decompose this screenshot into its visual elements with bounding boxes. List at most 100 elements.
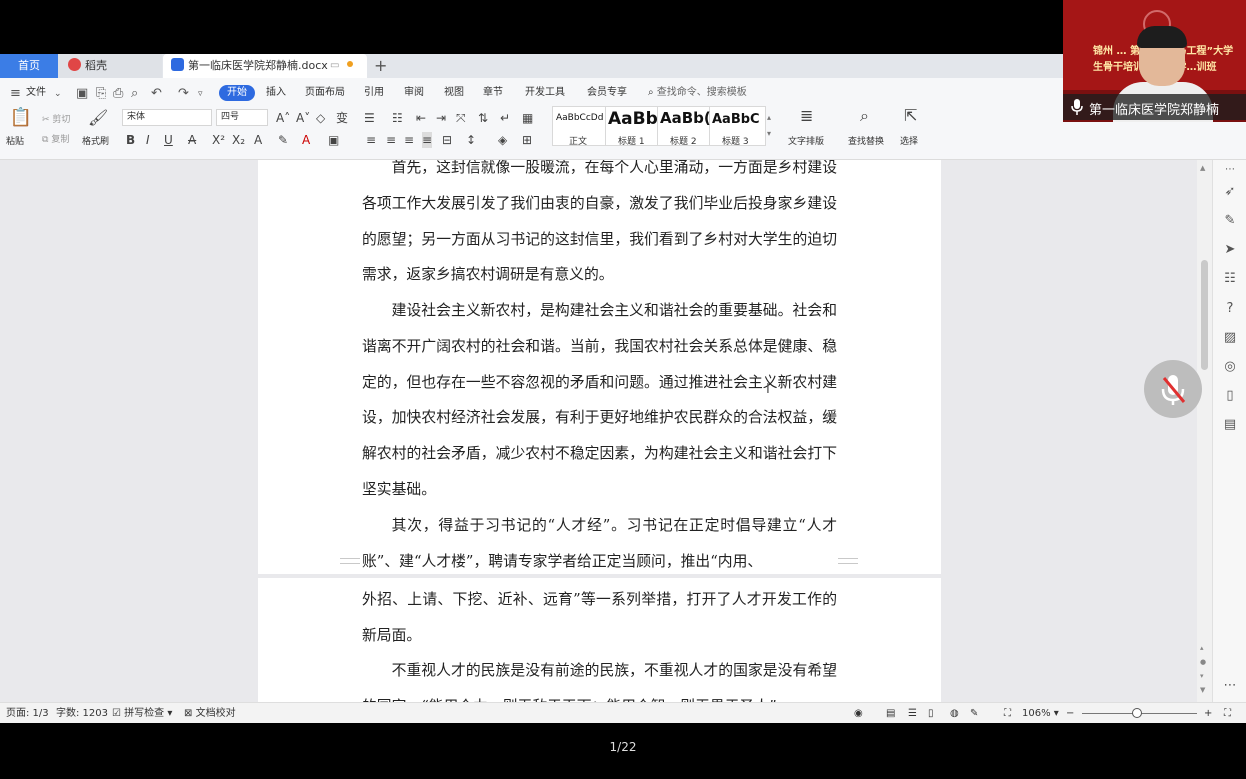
write-view-icon[interactable]: ✎ (970, 706, 978, 721)
styles-scroll-icon[interactable]: ▴ ▾ (767, 110, 771, 142)
chevron-down-icon[interactable]: ⌄ (54, 86, 62, 102)
menu-page-layout[interactable]: 页面布局 (305, 85, 345, 101)
font-color-icon[interactable]: A (302, 132, 310, 148)
phonetic-icon[interactable]: 变 (336, 110, 348, 126)
paragraph-2[interactable]: 建设社会主义新农村，是构建社会主义和谐社会的重要基础。社会和谐离不开广阔农村的社… (362, 293, 837, 508)
page-indicator[interactable]: 页面: 1/3 (6, 706, 49, 721)
hamburger-icon[interactable]: ≡ (10, 86, 21, 102)
style-heading-2[interactable]: AaBb( 标题 2 (658, 106, 710, 147)
scroll-next-page-icon[interactable]: ▾ (1200, 672, 1204, 680)
reading-view-icon[interactable]: ▯ (928, 706, 934, 721)
vertical-scrollbar[interactable]: ▲ ▴ ● ▾ ▼ (1197, 160, 1212, 702)
command-search[interactable]: ⌕ 查找命令、搜索模板 (648, 85, 747, 101)
bullet-list-icon[interactable]: ☰ (364, 110, 375, 126)
export-icon[interactable]: ⎘ (96, 86, 106, 102)
rail-adjust-icon[interactable]: ☷ (1222, 271, 1238, 287)
floating-microphone-button[interactable] (1144, 360, 1202, 418)
zoom-level[interactable]: 106% ▾ (1022, 706, 1059, 721)
paste-button[interactable]: 粘贴 (6, 134, 24, 150)
scroll-up-icon[interactable]: ▲ (1200, 164, 1205, 172)
save-icon[interactable]: ▣ (76, 86, 88, 102)
select-button[interactable]: 选择 (900, 134, 918, 150)
sort-icon[interactable]: ⇅ (478, 110, 488, 126)
strikethrough-icon[interactable]: A (188, 132, 196, 148)
format-painter-icon[interactable]: 🖌 (88, 110, 108, 126)
zoom-slider-knob[interactable] (1132, 708, 1142, 718)
text-layout-button[interactable]: 文字排版 (788, 134, 824, 150)
document-page-1[interactable]: 首先，这封信就像一股暖流，在每个人心里涌动，一方面是乡村建设各项工作大发展引发了… (258, 160, 941, 574)
text-effect-icon[interactable]: A (254, 132, 262, 148)
chinese-layout-icon[interactable]: ⤧ (456, 110, 466, 126)
menu-view[interactable]: 视图 (444, 85, 464, 101)
bold-icon[interactable]: B (126, 132, 135, 148)
word-count[interactable]: 字数: 1203 (56, 706, 108, 721)
paragraph-4[interactable]: 外招、上请、下挖、近补、远育”等一系列举措，打开了人才开发工作的新局面。 (362, 582, 837, 654)
clear-format-icon[interactable]: ◇ (316, 110, 325, 126)
menu-file[interactable]: 文件 (26, 85, 46, 101)
scroll-prev-page-icon[interactable]: ▴ (1200, 644, 1204, 652)
rail-edit-icon[interactable]: ✎ (1222, 213, 1238, 229)
tab-home[interactable]: 首页 (0, 54, 58, 78)
rail-location-icon[interactable]: ◎ (1222, 359, 1238, 375)
line-spacing-icon[interactable]: ↕ (466, 132, 476, 148)
scroll-down-icon[interactable]: ▼ (1200, 686, 1205, 694)
copy-button[interactable]: ⧉ 复制 (42, 132, 69, 148)
fit-page-icon[interactable]: ⛶ (1004, 706, 1011, 721)
menu-chapter[interactable]: 章节 (483, 85, 503, 101)
font-size-select[interactable]: 四号 (216, 109, 268, 126)
shading-icon[interactable]: ◈ (498, 132, 507, 148)
undo-icon[interactable]: ↶ (151, 86, 162, 102)
borders-icon[interactable]: ⊞ (522, 132, 532, 148)
scroll-thumb[interactable] (1201, 260, 1208, 370)
rail-rocket-icon[interactable]: ➶ (1222, 184, 1238, 200)
find-replace-button[interactable]: 查找替换 (848, 134, 884, 150)
style-heading-1[interactable]: AaBb 标题 1 (606, 106, 658, 147)
rail-book-icon[interactable]: ▯ (1222, 388, 1238, 404)
rail-table-icon[interactable]: ▤ (1222, 417, 1238, 433)
spell-check-button[interactable]: ☑ 拼写检查 ▾ (112, 706, 172, 721)
zoom-in-icon[interactable]: + (1204, 706, 1212, 721)
paragraph-5[interactable]: 不重视人才的民族是没有前途的民族，不重视人才的国家是没有希望的国家。“能用众力，… (362, 653, 837, 702)
increase-indent-icon[interactable]: ⇥ (436, 110, 446, 126)
eye-protection-icon[interactable]: ◉ (854, 706, 863, 721)
rail-more-icon[interactable]: ⋯ (1222, 162, 1238, 178)
document-page-2[interactable]: 外招、上请、下挖、近补、远育”等一系列举措，打开了人才开发工作的新局面。 不重视… (258, 578, 941, 702)
find-replace-icon[interactable]: ⌕ (860, 108, 869, 124)
select-cursor-icon[interactable]: ⇱ (904, 108, 917, 124)
paragraph-1[interactable]: 首先，这封信就像一股暖流，在每个人心里涌动，一方面是乡村建设各项工作大发展引发了… (362, 160, 837, 293)
paste-icon[interactable]: 📋 (8, 109, 34, 127)
outline-view-icon[interactable]: ☰ (908, 706, 917, 721)
numbered-list-icon[interactable]: ☷ (392, 110, 403, 126)
underline-icon[interactable]: U (164, 132, 173, 148)
zoom-out-icon[interactable]: − (1066, 706, 1074, 721)
distributed-icon[interactable]: ⊟ (442, 132, 452, 148)
increase-font-icon[interactable]: A˄ (276, 110, 290, 126)
highlight-icon[interactable]: ✎ (278, 132, 288, 148)
print-preview-icon[interactable]: ⌕ (131, 86, 138, 102)
font-name-select[interactable]: 宋体 (122, 109, 212, 126)
subscript-icon[interactable]: X₂ (232, 132, 245, 148)
align-center-icon[interactable]: ≡ (386, 132, 396, 148)
menu-references[interactable]: 引用 (364, 85, 384, 101)
fullscreen-icon[interactable]: ⛶ (1224, 706, 1231, 721)
page-view-icon[interactable]: ▤ (886, 706, 895, 721)
align-left-icon[interactable]: ≡ (366, 132, 376, 148)
scroll-select-browse-icon[interactable]: ● (1200, 658, 1206, 666)
decrease-indent-icon[interactable]: ⇤ (416, 110, 426, 126)
menu-review[interactable]: 审阅 (404, 85, 424, 101)
text-layout-icon[interactable]: ≣ (800, 108, 813, 124)
cut-button[interactable]: ✂ 剪切 (42, 112, 70, 128)
menu-member[interactable]: 会员专享 (587, 85, 627, 101)
print-icon[interactable]: ⎙ (113, 86, 123, 102)
tab-daoke[interactable]: 稻壳 (58, 54, 162, 78)
style-heading-3[interactable]: AaBbC 标题 3 (710, 106, 766, 147)
show-marks-icon[interactable]: ↵ (500, 110, 510, 126)
menu-home[interactable]: 开始 (219, 85, 255, 101)
table-tools-icon[interactable]: ▦ (522, 110, 533, 126)
rail-overflow-icon[interactable]: ⋯ (1222, 678, 1238, 694)
superscript-icon[interactable]: X² (212, 132, 225, 148)
web-view-icon[interactable]: ◍ (950, 706, 959, 721)
paragraph-3[interactable]: 其次，得益于习书记的“人才经”。习书记在正定时倡导建立“人才账”、建“人才楼”，… (362, 508, 837, 574)
style-normal[interactable]: AaBbCcDd 正文 (552, 106, 606, 147)
quick-access-more-icon[interactable]: ▿ (198, 86, 203, 102)
